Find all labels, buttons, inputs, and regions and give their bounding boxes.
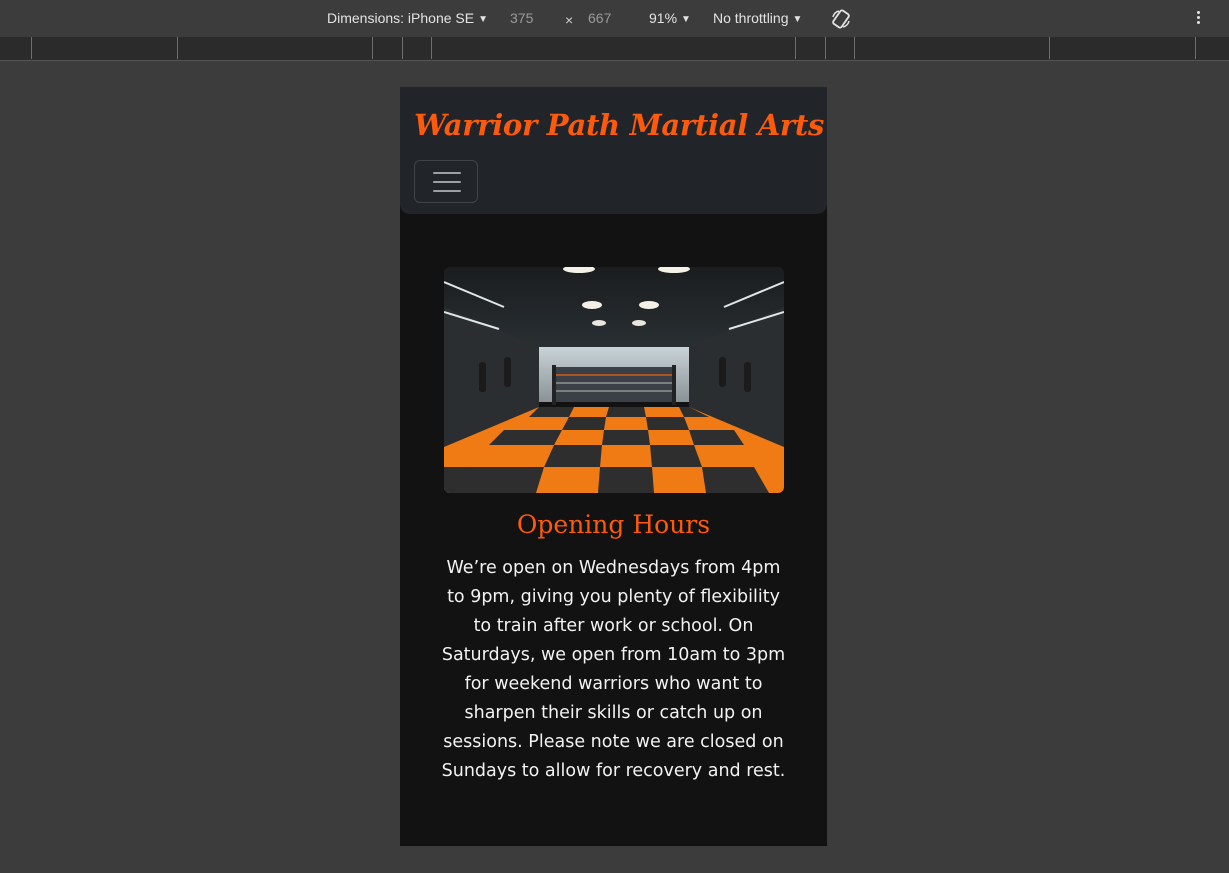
width-input[interactable]: 375 (510, 10, 533, 26)
zoom-dropdown[interactable]: 91% ▼ (649, 10, 691, 26)
dimensions-label: Dimensions: iPhone SE (327, 10, 475, 26)
zoom-label: 91% (649, 10, 678, 26)
ruler-tick (402, 37, 403, 59)
height-input[interactable]: 667 (588, 10, 611, 26)
throttling-label: No throttling (713, 10, 789, 26)
ruler-tick (431, 37, 432, 59)
more-options-icon[interactable] (1190, 9, 1206, 29)
hamburger-menu-icon (433, 181, 461, 183)
ruler-tick (31, 37, 32, 59)
navbar-toggle-button[interactable] (414, 160, 478, 203)
brand-logo-text[interactable]: Warrior Path Martial Arts (414, 108, 824, 142)
ruler-tick (825, 37, 826, 59)
ruler-tick (1049, 37, 1050, 59)
gym-hero-image (444, 267, 784, 493)
media-query-ruler[interactable] (0, 37, 1229, 61)
ruler-tick (177, 37, 178, 59)
device-viewport: Warrior Path Martial Arts Opening Hours … (400, 87, 827, 846)
hamburger-menu-icon (433, 172, 461, 174)
chevron-down-icon: ▼ (681, 14, 691, 25)
times-separator: × (565, 12, 574, 28)
ruler-tick (1195, 37, 1196, 59)
ruler-tick (372, 37, 373, 59)
hamburger-menu-icon (433, 190, 461, 192)
chevron-down-icon: ▼ (792, 14, 803, 25)
dimensions-dropdown[interactable]: Dimensions: iPhone SE ▼ (327, 10, 488, 26)
chevron-down-icon: ▼ (478, 14, 488, 25)
devtools-device-toolbar: Dimensions: iPhone SE ▼ 375 × 667 91% ▼ No… (0, 0, 1229, 38)
throttling-dropdown[interactable]: No throttling ▼ (713, 10, 802, 26)
ruler-tick (854, 37, 855, 59)
ruler-tick (795, 37, 796, 59)
rotate-device-icon[interactable] (830, 8, 852, 30)
opening-hours-text: We’re open on Wednesdays from 4pm to 9pm… (441, 558, 786, 781)
site-navbar: Warrior Path Martial Arts (400, 87, 827, 214)
opening-hours-heading: Opening Hours (516, 510, 711, 539)
